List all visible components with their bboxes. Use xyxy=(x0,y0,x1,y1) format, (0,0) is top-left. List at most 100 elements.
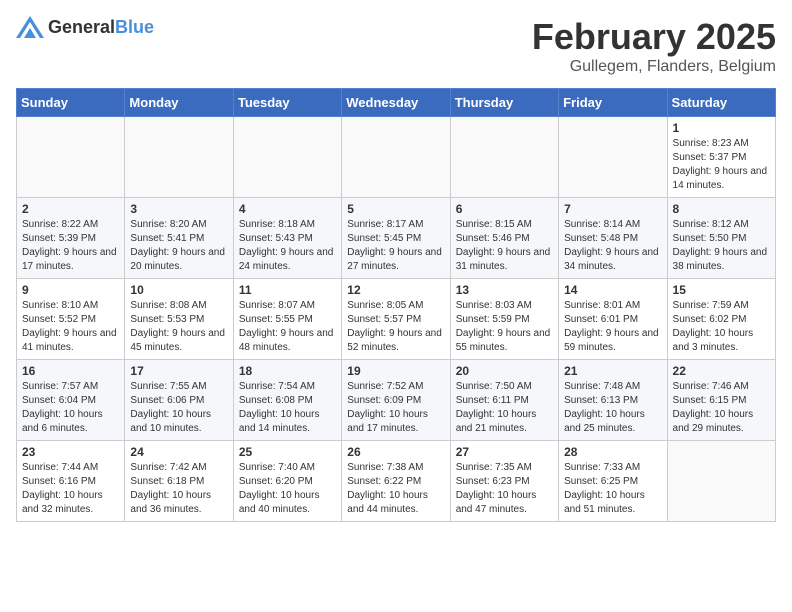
logo-icon xyxy=(16,16,44,38)
day-number: 3 xyxy=(130,202,227,216)
day-info: Sunrise: 7:50 AM Sunset: 6:11 PM Dayligh… xyxy=(456,380,553,436)
day-header-tuesday: Tuesday xyxy=(233,89,341,117)
day-info: Sunrise: 7:44 AM Sunset: 6:16 PM Dayligh… xyxy=(22,461,119,517)
day-number: 13 xyxy=(456,283,553,297)
day-number: 24 xyxy=(130,445,227,459)
calendar-cell xyxy=(559,117,667,198)
calendar-cell xyxy=(233,117,341,198)
day-info: Sunrise: 8:20 AM Sunset: 5:41 PM Dayligh… xyxy=(130,218,227,274)
day-number: 6 xyxy=(456,202,553,216)
calendar-cell: 2 Sunrise: 8:22 AM Sunset: 5:39 PM Daylig… xyxy=(17,198,125,279)
day-number: 16 xyxy=(22,364,119,378)
day-number: 5 xyxy=(347,202,444,216)
day-header-monday: Monday xyxy=(125,89,233,117)
day-number: 21 xyxy=(564,364,661,378)
day-number: 23 xyxy=(22,445,119,459)
calendar-cell: 9 Sunrise: 8:10 AM Sunset: 5:52 PM Daylig… xyxy=(17,279,125,360)
day-header-saturday: Saturday xyxy=(667,89,775,117)
calendar-cell: 18 Sunrise: 7:54 AM Sunset: 6:08 PM Dayli… xyxy=(233,360,341,441)
day-info: Sunrise: 8:01 AM Sunset: 6:01 PM Dayligh… xyxy=(564,299,661,355)
day-info: Sunrise: 8:18 AM Sunset: 5:43 PM Dayligh… xyxy=(239,218,336,274)
day-info: Sunrise: 8:15 AM Sunset: 5:46 PM Dayligh… xyxy=(456,218,553,274)
calendar-cell: 25 Sunrise: 7:40 AM Sunset: 6:20 PM Dayli… xyxy=(233,441,341,522)
location-title: Gullegem, Flanders, Belgium xyxy=(532,58,776,76)
day-info: Sunrise: 8:10 AM Sunset: 5:52 PM Dayligh… xyxy=(22,299,119,355)
logo: GeneralBlue xyxy=(16,16,154,38)
day-number: 26 xyxy=(347,445,444,459)
day-header-thursday: Thursday xyxy=(450,89,558,117)
day-number: 22 xyxy=(673,364,770,378)
day-number: 8 xyxy=(673,202,770,216)
calendar-cell: 23 Sunrise: 7:44 AM Sunset: 6:16 PM Dayli… xyxy=(17,441,125,522)
day-info: Sunrise: 8:14 AM Sunset: 5:48 PM Dayligh… xyxy=(564,218,661,274)
calendar-cell: 27 Sunrise: 7:35 AM Sunset: 6:23 PM Dayli… xyxy=(450,441,558,522)
calendar-cell: 14 Sunrise: 8:01 AM Sunset: 6:01 PM Dayli… xyxy=(559,279,667,360)
calendar-cell: 19 Sunrise: 7:52 AM Sunset: 6:09 PM Dayli… xyxy=(342,360,450,441)
calendar-cell: 22 Sunrise: 7:46 AM Sunset: 6:15 PM Dayli… xyxy=(667,360,775,441)
calendar-cell: 20Sunrise: 7:50 AM Sunset: 6:11 PM Dayli… xyxy=(450,360,558,441)
day-number: 2 xyxy=(22,202,119,216)
day-number: 9 xyxy=(22,283,119,297)
calendar-cell xyxy=(125,117,233,198)
day-info: Sunrise: 7:40 AM Sunset: 6:20 PM Dayligh… xyxy=(239,461,336,517)
day-info: Sunrise: 7:52 AM Sunset: 6:09 PM Dayligh… xyxy=(347,380,444,436)
day-info: Sunrise: 7:59 AM Sunset: 6:02 PM Dayligh… xyxy=(673,299,770,355)
day-number: 7 xyxy=(564,202,661,216)
calendar-header-row: SundayMondayTuesdayWednesdayThursdayFrid… xyxy=(17,89,776,117)
calendar-cell: 7 Sunrise: 8:14 AM Sunset: 5:48 PM Daylig… xyxy=(559,198,667,279)
day-info: Sunrise: 7:46 AM Sunset: 6:15 PM Dayligh… xyxy=(673,380,770,436)
day-info: Sunrise: 8:03 AM Sunset: 5:59 PM Dayligh… xyxy=(456,299,553,355)
day-number: 17 xyxy=(130,364,227,378)
calendar-cell: 5 Sunrise: 8:17 AM Sunset: 5:45 PM Daylig… xyxy=(342,198,450,279)
calendar-cell xyxy=(667,441,775,522)
calendar-cell: 16 Sunrise: 7:57 AM Sunset: 6:04 PM Dayli… xyxy=(17,360,125,441)
calendar-cell: 1 Sunrise: 8:23 AM Sunset: 5:37 PM Daylig… xyxy=(667,117,775,198)
day-number: 14 xyxy=(564,283,661,297)
calendar-cell: 28 Sunrise: 7:33 AM Sunset: 6:25 PM Dayli… xyxy=(559,441,667,522)
calendar-table: SundayMondayTuesdayWednesdayThursdayFrid… xyxy=(16,88,776,522)
calendar-cell xyxy=(342,117,450,198)
day-info: Sunrise: 8:12 AM Sunset: 5:50 PM Dayligh… xyxy=(673,218,770,274)
day-info: Sunrise: 8:07 AM Sunset: 5:55 PM Dayligh… xyxy=(239,299,336,355)
calendar-cell: 8 Sunrise: 8:12 AM Sunset: 5:50 PM Daylig… xyxy=(667,198,775,279)
calendar-cell: 21Sunrise: 7:48 AM Sunset: 6:13 PM Dayli… xyxy=(559,360,667,441)
calendar-week-row: 9 Sunrise: 8:10 AM Sunset: 5:52 PM Daylig… xyxy=(17,279,776,360)
calendar-cell: 11 Sunrise: 8:07 AM Sunset: 5:55 PM Dayli… xyxy=(233,279,341,360)
day-number: 28 xyxy=(564,445,661,459)
calendar-cell: 26 Sunrise: 7:38 AM Sunset: 6:22 PM Dayli… xyxy=(342,441,450,522)
calendar-cell: 13 Sunrise: 8:03 AM Sunset: 5:59 PM Dayli… xyxy=(450,279,558,360)
day-number: 11 xyxy=(239,283,336,297)
day-number: 10 xyxy=(130,283,227,297)
day-info: Sunrise: 7:54 AM Sunset: 6:08 PM Dayligh… xyxy=(239,380,336,436)
day-info: Sunrise: 7:35 AM Sunset: 6:23 PM Dayligh… xyxy=(456,461,553,517)
day-number: 1 xyxy=(673,121,770,135)
day-number: 27 xyxy=(456,445,553,459)
day-header-sunday: Sunday xyxy=(17,89,125,117)
day-info: Sunrise: 7:55 AM Sunset: 6:06 PM Dayligh… xyxy=(130,380,227,436)
day-number: 18 xyxy=(239,364,336,378)
calendar-week-row: 2 Sunrise: 8:22 AM Sunset: 5:39 PM Daylig… xyxy=(17,198,776,279)
day-info: Sunrise: 8:17 AM Sunset: 5:45 PM Dayligh… xyxy=(347,218,444,274)
day-info: Sunrise: 7:42 AM Sunset: 6:18 PM Dayligh… xyxy=(130,461,227,517)
day-number: 12 xyxy=(347,283,444,297)
day-number: 25 xyxy=(239,445,336,459)
calendar-cell xyxy=(17,117,125,198)
calendar-cell: 12Sunrise: 8:05 AM Sunset: 5:57 PM Dayli… xyxy=(342,279,450,360)
day-info: Sunrise: 8:08 AM Sunset: 5:53 PM Dayligh… xyxy=(130,299,227,355)
day-info: Sunrise: 7:57 AM Sunset: 6:04 PM Dayligh… xyxy=(22,380,119,436)
title-block: February 2025 Gullegem, Flanders, Belgiu… xyxy=(532,16,776,76)
day-number: 15 xyxy=(673,283,770,297)
calendar-cell: 10 Sunrise: 8:08 AM Sunset: 5:53 PM Dayli… xyxy=(125,279,233,360)
day-info: Sunrise: 7:38 AM Sunset: 6:22 PM Dayligh… xyxy=(347,461,444,517)
day-info: Sunrise: 8:23 AM Sunset: 5:37 PM Dayligh… xyxy=(673,137,770,193)
page-header: GeneralBlue February 2025 Gullegem, Flan… xyxy=(16,16,776,76)
day-info: Sunrise: 8:22 AM Sunset: 5:39 PM Dayligh… xyxy=(22,218,119,274)
day-number: 19 xyxy=(347,364,444,378)
calendar-week-row: 23 Sunrise: 7:44 AM Sunset: 6:16 PM Dayli… xyxy=(17,441,776,522)
day-info: Sunrise: 7:33 AM Sunset: 6:25 PM Dayligh… xyxy=(564,461,661,517)
calendar-cell: 4Sunrise: 8:18 AM Sunset: 5:43 PM Daylig… xyxy=(233,198,341,279)
day-header-friday: Friday xyxy=(559,89,667,117)
calendar-cell: 3 Sunrise: 8:20 AM Sunset: 5:41 PM Daylig… xyxy=(125,198,233,279)
day-header-wednesday: Wednesday xyxy=(342,89,450,117)
calendar-week-row: 1 Sunrise: 8:23 AM Sunset: 5:37 PM Daylig… xyxy=(17,117,776,198)
